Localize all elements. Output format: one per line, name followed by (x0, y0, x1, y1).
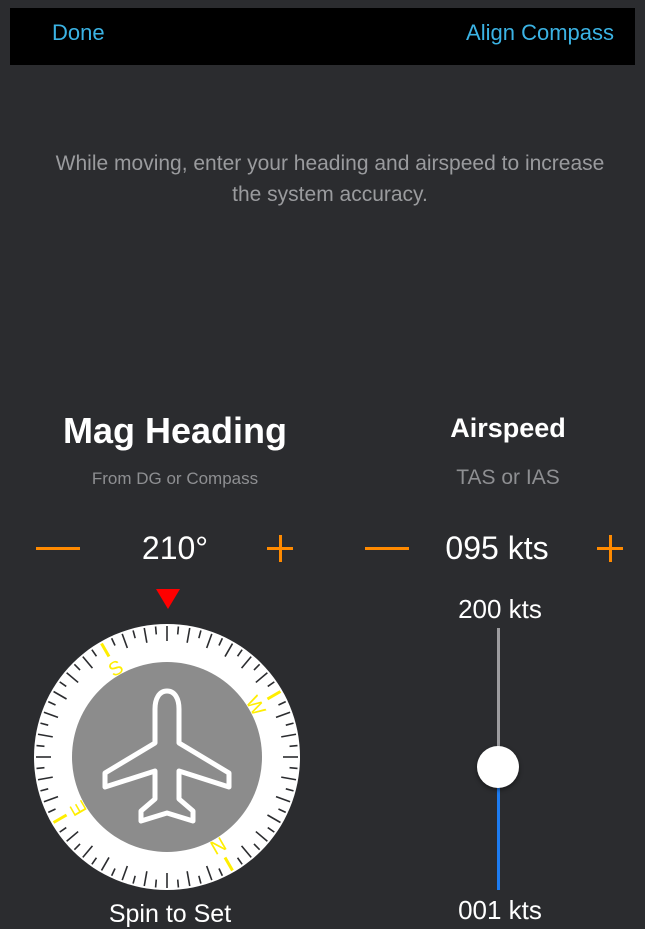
airspeed-min-label: 001 kts (458, 895, 542, 925)
dial-label: 21 (156, 645, 177, 666)
mag-heading-title: Mag Heading (62, 410, 287, 451)
dial-label: 3 (162, 848, 173, 869)
compass-rose-icon: N36E1215S21 24W3033 (34, 624, 300, 890)
done-button[interactable]: Done (52, 20, 105, 46)
compass-dial[interactable]: N 3 6 E 12 15 S 21 24 W 30 33 (32, 622, 302, 892)
mag-heading-subtitle: From DG or Compass (91, 469, 259, 488)
dial-label: 30 (258, 746, 279, 767)
airspeed-subtitle: TAS or IAS (456, 466, 560, 489)
dial-tick (289, 744, 298, 748)
airspeed-value: 095 kts (445, 530, 549, 566)
align-compass-button[interactable]: Align Compass (466, 20, 614, 46)
heading-value: 210° (141, 530, 209, 566)
align-compass-screen: Done Align Compass While moving, enter y… (10, 0, 635, 929)
airspeed-decrement-button[interactable] (362, 528, 412, 568)
dial-label: 12 (55, 746, 76, 767)
instructions-text: While moving, enter your heading and air… (55, 152, 605, 206)
dial-tick (36, 766, 45, 770)
dial-tick (154, 879, 158, 888)
airspeed-max-label: 200 kts (458, 594, 542, 624)
airspeed-increment-button[interactable] (585, 528, 635, 568)
heading-increment-button[interactable] (255, 528, 305, 568)
spin-to-set-label: Spin to Set (108, 900, 232, 928)
minus-icon (36, 547, 80, 550)
navigation-bar: Done Align Compass (10, 8, 635, 65)
heading-decrement-button[interactable] (33, 528, 83, 568)
slider-thumb[interactable] (477, 745, 519, 788)
heading-pointer-icon (156, 589, 180, 609)
dial-tick (154, 626, 158, 635)
airspeed-title: Airspeed (450, 413, 566, 443)
dial-tick (289, 766, 298, 770)
dial-tick (36, 744, 45, 748)
minus-icon (365, 547, 409, 550)
dial-tick (176, 879, 180, 888)
dial-tick (176, 626, 180, 635)
